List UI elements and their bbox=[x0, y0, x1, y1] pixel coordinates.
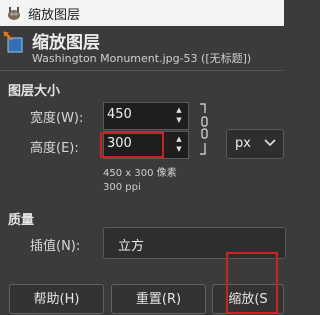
unit-dropdown[interactable]: px bbox=[226, 129, 284, 159]
height-highlight-box bbox=[100, 132, 164, 158]
width-value[interactable]: 450 bbox=[107, 107, 132, 122]
scale-highlight-box bbox=[226, 252, 278, 314]
reset-button[interactable]: 重置(R) bbox=[111, 284, 206, 314]
layer-size-heading: 图层大小 bbox=[8, 84, 61, 99]
window-titlebar: 缩放图层 bbox=[0, 0, 284, 26]
height-increment-icon[interactable]: ▲ bbox=[174, 134, 184, 144]
header-divider bbox=[0, 70, 284, 71]
chevron-down-icon bbox=[264, 139, 276, 147]
dialog-subtitle: Washington Monument.jpg-53 ([无标题]) bbox=[32, 52, 252, 65]
scale-layer-icon bbox=[3, 31, 23, 53]
pixel-size-info: 450 x 300 像素 bbox=[103, 168, 177, 179]
width-decrement-icon[interactable]: ▼ bbox=[174, 115, 184, 125]
width-spinbox[interactable]: 450 ▲ ▼ bbox=[103, 102, 189, 130]
height-decrement-icon[interactable]: ▼ bbox=[174, 144, 184, 154]
chain-link-icon[interactable] bbox=[199, 103, 209, 155]
resolution-info: 300 ppi bbox=[103, 182, 141, 193]
window-title: 缩放图层 bbox=[28, 8, 81, 23]
height-label: 高度(E): bbox=[30, 141, 79, 156]
width-increment-icon[interactable]: ▲ bbox=[174, 105, 184, 115]
interpolation-label: 插值(N): bbox=[30, 239, 81, 254]
gimp-app-icon bbox=[8, 7, 20, 20]
width-label: 宽度(W): bbox=[30, 111, 84, 126]
unit-value: px bbox=[235, 136, 251, 151]
interpolation-value: 立方 bbox=[118, 239, 145, 254]
quality-heading: 质量 bbox=[8, 213, 35, 228]
help-button[interactable]: 帮助(H) bbox=[9, 284, 104, 314]
